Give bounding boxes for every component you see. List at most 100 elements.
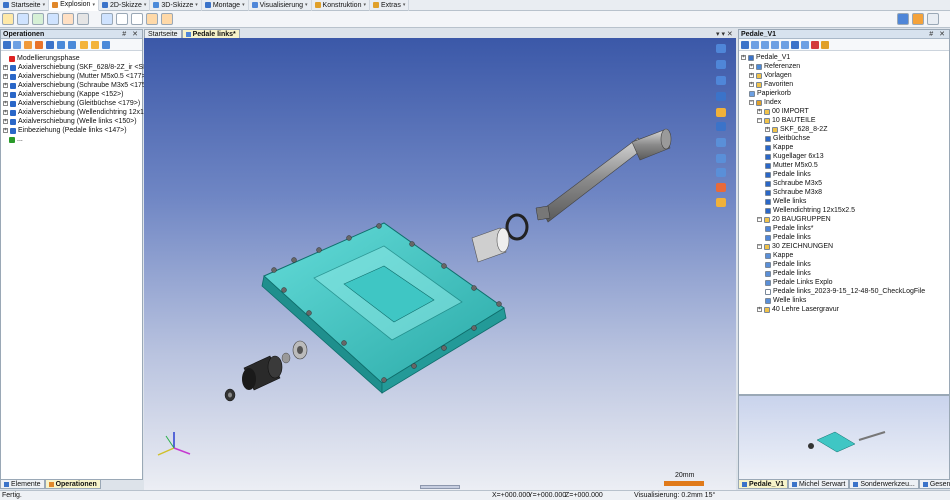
expand-icon[interactable]: +: [3, 92, 8, 97]
document-tab-1[interactable]: Startseite: [144, 29, 182, 38]
pedal-body-part[interactable]: [261, 222, 507, 394]
filter-icon[interactable]: [751, 41, 759, 49]
panel-controls[interactable]: # ✕: [929, 30, 947, 38]
view-icon[interactable]: [801, 41, 809, 49]
viewport-controls[interactable]: ▾ ▾ ✕: [716, 30, 733, 38]
settings-button[interactable]: [77, 13, 89, 25]
options-button[interactable]: [927, 13, 939, 25]
expand-icon[interactable]: +: [3, 74, 8, 79]
3d-viewport[interactable]: 20mm: [144, 38, 736, 490]
view-side-button[interactable]: [716, 76, 726, 85]
record-icon[interactable]: [91, 41, 99, 49]
tree-item[interactable]: − 30 ZEICHNUNGEN: [757, 242, 833, 251]
sort-icon[interactable]: [791, 41, 799, 49]
tree-item[interactable]: Welle links: [765, 296, 806, 305]
delete-icon[interactable]: [24, 41, 32, 49]
view-button[interactable]: [146, 13, 158, 25]
redo-icon[interactable]: [46, 41, 54, 49]
stop-icon[interactable]: [102, 41, 110, 49]
rotate-view-button[interactable]: [716, 168, 726, 177]
tree-item[interactable]: Kugellager 6x13: [765, 152, 824, 161]
shading-button[interactable]: [716, 122, 726, 131]
chevron-down-icon[interactable]: ▾: [92, 2, 95, 8]
chevron-down-icon[interactable]: ▾: [305, 2, 308, 8]
operation-item[interactable]: + Axialverschiebung (Mutter M5x0.5 <177>): [3, 72, 148, 81]
operation-item[interactable]: + Einbeziehung (Pedale links <147>): [3, 126, 127, 135]
ribbon-tab-8[interactable]: Extras ▾: [370, 0, 410, 11]
operation-item[interactable]: Modellierungsphase: [9, 54, 80, 63]
tree-item[interactable]: Welle links: [765, 197, 806, 206]
chevron-down-icon[interactable]: ▾: [363, 2, 366, 8]
project-tab-1[interactable]: Pedale_V1: [738, 480, 789, 489]
pan-button[interactable]: [716, 154, 726, 163]
list-icon[interactable]: [3, 41, 11, 49]
bookmark-icon[interactable]: [811, 41, 819, 49]
ribbon-tab-7[interactable]: Konstruktion ▾: [312, 0, 370, 11]
expand-icon[interactable]: +: [749, 73, 754, 78]
project-tab-4[interactable]: Gesenk Werkze...: [918, 480, 950, 489]
tree-item[interactable]: Kappe: [765, 251, 793, 260]
ribbon-tab-6[interactable]: Visualisierung ▾: [249, 0, 312, 11]
expand-icon[interactable]: +: [3, 110, 8, 115]
axle-part[interactable]: [535, 128, 672, 223]
expand-icon[interactable]: +: [765, 127, 770, 132]
document-tab-2[interactable]: Pedale links*: [181, 29, 240, 38]
view-iso-button[interactable]: [716, 92, 726, 101]
play-icon[interactable]: [80, 41, 88, 49]
operation-item[interactable]: + Axialverschiebung (Gleitbüchse <179>): [3, 99, 140, 108]
expand-icon[interactable]: −: [757, 118, 762, 123]
chevron-down-icon[interactable]: ▾: [43, 2, 46, 8]
refresh-icon[interactable]: [741, 41, 749, 49]
tree-item[interactable]: + SKF_628_8-2Z: [765, 125, 827, 134]
viewport-scroll-thumb[interactable]: [420, 485, 460, 489]
tree-item[interactable]: + Pedale_V1: [741, 53, 790, 62]
tree-item[interactable]: Pedale links*: [765, 224, 813, 233]
expand-icon[interactable]: +: [3, 128, 8, 133]
screw-part[interactable]: [224, 388, 236, 402]
trail-line-button[interactable]: [116, 13, 128, 25]
tree-item[interactable]: Pedale Links Explo: [765, 278, 833, 287]
tree-item[interactable]: Schraube M3x8: [765, 188, 822, 197]
window-layout-button[interactable]: [897, 13, 909, 25]
operation-item[interactable]: + Axialverschiebung (Wellendichtring 12x1…: [3, 108, 161, 117]
move-down-icon[interactable]: [68, 41, 76, 49]
expand-icon[interactable]: +: [749, 82, 754, 87]
tree-item[interactable]: Gleitbüchse: [765, 134, 810, 143]
bottom-tab-2[interactable]: Operationen: [44, 480, 101, 489]
explode-tool-button[interactable]: [2, 13, 14, 25]
panel-controls[interactable]: # ✕: [122, 30, 140, 38]
render-button[interactable]: [716, 183, 726, 192]
expand-icon[interactable]: +: [3, 119, 8, 124]
tree-item[interactable]: Pedale links_2023-9-15_12-48-50_CheckLog…: [765, 287, 925, 296]
expand-icon[interactable]: −: [757, 217, 762, 222]
tree-item[interactable]: Pedale links: [765, 269, 811, 278]
ribbon-tab-3[interactable]: 2D-Skizze ▾: [99, 0, 151, 11]
cap-part[interactable]: [242, 355, 283, 391]
chevron-down-icon[interactable]: ▾: [144, 2, 147, 8]
copy-icon[interactable]: [771, 41, 779, 49]
tree-item[interactable]: Wellendichtring 12x15x2.5: [765, 206, 855, 215]
filter-icon[interactable]: [13, 41, 21, 49]
expand-icon[interactable]: +: [749, 64, 754, 69]
operation-item[interactable]: + Axialverschiebung (Welle links <150>): [3, 117, 137, 126]
view-orient-button[interactable]: [716, 44, 726, 53]
ribbon-tab-5[interactable]: Montage ▾: [202, 0, 249, 11]
bottom-tab-1[interactable]: Elemente: [0, 480, 45, 489]
ribbon-tab-1[interactable]: Startseite ▾: [0, 0, 50, 11]
rotate-part-button[interactable]: [32, 13, 44, 25]
tree-item[interactable]: − 20 BAUGRUPPEN: [757, 215, 831, 224]
include-button[interactable]: [62, 13, 74, 25]
animation-button[interactable]: [161, 13, 173, 25]
tree-item[interactable]: Pedale links: [765, 233, 811, 242]
tree-item[interactable]: + Favoriten: [749, 80, 793, 89]
tree-item[interactable]: Pedale links: [765, 260, 811, 269]
move-up-icon[interactable]: [57, 41, 65, 49]
tree-item[interactable]: Schraube M3x5: [765, 179, 822, 188]
operation-item[interactable]: + Axialverschiebung (Schraube M3x5 <175>): [3, 81, 152, 90]
expand-icon[interactable]: +: [757, 307, 762, 312]
expand-icon[interactable]: +: [741, 55, 746, 60]
undo-icon[interactable]: [35, 41, 43, 49]
move-part-button[interactable]: [17, 13, 29, 25]
bushing-part[interactable]: [471, 227, 510, 263]
expand-icon[interactable]: +: [3, 83, 8, 88]
